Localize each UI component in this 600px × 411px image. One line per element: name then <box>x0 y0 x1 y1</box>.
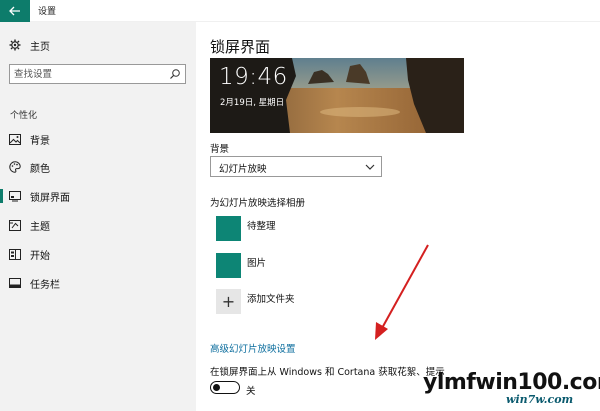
main-content: 锁屏界面 19:46 2月19日, 星期日 背景 幻灯片放映 为幻灯片放映选择相… <box>196 22 600 411</box>
background-label: 背景 <box>210 144 230 155</box>
sidebar-item-label: 主页 <box>30 42 50 53</box>
section-label: 个性化 <box>10 111 38 121</box>
cortana-tips-toggle[interactable] <box>210 381 240 394</box>
palette-icon <box>8 160 22 174</box>
album-section-label: 为幻灯片放映选择相册 <box>210 198 306 209</box>
sidebar-item-colors[interactable]: 颜色 <box>0 154 196 180</box>
sidebar-item-start[interactable]: 开始 <box>0 241 196 267</box>
sidebar-item-taskbar[interactable]: 任务栏 <box>0 270 196 296</box>
sidebar-item-label: 背景 <box>30 136 50 147</box>
back-button[interactable] <box>0 0 30 22</box>
sidebar-item-label: 颜色 <box>30 164 50 175</box>
album-item[interactable]: 图片 <box>216 253 386 279</box>
taskbar-icon <box>8 276 22 290</box>
sidebar-item-label: 任务栏 <box>30 280 60 291</box>
cortana-tips-label: 在锁屏界面上从 Windows 和 Cortana 获取花絮、提示 <box>210 367 445 378</box>
background-dropdown[interactable]: 幻灯片放映 <box>210 156 382 177</box>
lockscreen-icon <box>8 189 22 203</box>
preview-time: 19:46 <box>219 64 288 90</box>
toggle-knob <box>213 383 220 391</box>
advanced-slideshow-link[interactable]: 高级幻灯片放映设置 <box>210 341 296 355</box>
search-icon[interactable] <box>169 68 181 80</box>
add-folder-button[interactable]: + 添加文件夹 <box>216 289 386 315</box>
album-name: 待整理 <box>247 221 276 232</box>
sidebar-item-label: 开始 <box>30 251 50 262</box>
album-name: 图片 <box>247 258 267 269</box>
sidebar-item-home[interactable]: 主页 <box>0 32 196 58</box>
watermark-sub-text: win7w.com <box>506 393 574 406</box>
theme-icon <box>8 218 22 232</box>
sidebar: 主页 个性化 背景 颜色 锁屏界面 主题 开始 <box>0 22 196 411</box>
active-indicator <box>0 189 3 203</box>
start-icon <box>8 247 22 261</box>
lockscreen-preview: 19:46 2月19日, 星期日 <box>210 58 464 133</box>
chevron-down-icon <box>365 164 375 170</box>
window-title: 设置 <box>38 7 57 17</box>
dropdown-value: 幻灯片放映 <box>219 164 267 175</box>
plus-icon: + <box>216 289 241 314</box>
toggle-state-label: 关 <box>246 386 256 397</box>
sidebar-item-label: 锁屏界面 <box>30 193 70 204</box>
title-bar: 设置 <box>0 0 600 22</box>
add-folder-label: 添加文件夹 <box>247 294 295 305</box>
watermark-text: ylmfwin100.com <box>423 370 600 395</box>
sidebar-item-background[interactable]: 背景 <box>0 126 196 152</box>
picture-icon <box>8 132 22 146</box>
sidebar-item-lockscreen[interactable]: 锁屏界面 <box>0 183 196 209</box>
folder-tile <box>216 253 241 278</box>
search-input[interactable] <box>14 67 164 81</box>
page-title: 锁屏界面 <box>210 38 271 56</box>
sidebar-item-label: 主题 <box>30 222 50 233</box>
folder-tile <box>216 216 241 241</box>
search-box[interactable] <box>9 64 186 84</box>
sidebar-item-themes[interactable]: 主题 <box>0 212 196 238</box>
album-item[interactable]: 待整理 <box>216 216 386 242</box>
gear-icon <box>8 38 22 52</box>
preview-date: 2月19日, 星期日 <box>220 98 285 108</box>
back-arrow-icon <box>9 6 20 16</box>
